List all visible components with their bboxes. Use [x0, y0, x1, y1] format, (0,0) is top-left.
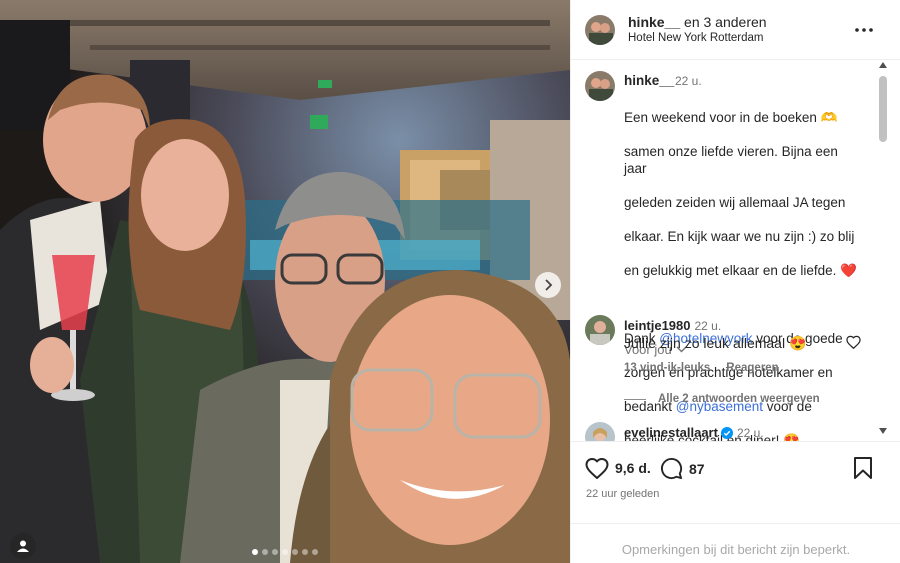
like-count[interactable]: 9,6 d. — [615, 460, 651, 476]
post-timestamp[interactable]: 22 uur geleden — [586, 488, 659, 500]
comment-text: Jullie zijn zo leuk allemaal 😍 — [624, 335, 807, 351]
avatar[interactable] — [585, 15, 615, 45]
like-comment-button[interactable] — [846, 335, 861, 354]
post-actions: 9,6 d. 87 22 uur geleden — [571, 441, 900, 523]
comment-button[interactable]: 87 — [660, 457, 705, 480]
carousel-dot — [252, 549, 258, 555]
view-replies-label: Alle 2 antwoorden weergeven — [658, 393, 820, 405]
scroll-up-icon[interactable] — [879, 62, 887, 68]
header-username[interactable]: hinke__ en 3 anderen — [628, 14, 767, 30]
view-replies-button[interactable]: Alle 2 antwoorden weergeven — [624, 393, 820, 405]
comments-scroll-area[interactable]: hinke__ 22 u. Een weekend voor in de boe… — [571, 60, 900, 441]
more-horizontal-icon — [855, 28, 873, 32]
comment-time: 22 u. — [694, 319, 722, 333]
avatar[interactable] — [585, 71, 615, 101]
carousel-dot — [262, 549, 268, 555]
verified-badge-icon — [720, 426, 733, 439]
heart-icon — [585, 457, 609, 479]
post-detail-panel: hinke__ en 3 anderen Hotel New York Rott… — [570, 0, 900, 563]
comment-likes[interactable]: 13 vind-ik-leuks — [624, 362, 710, 374]
bookmark-icon — [854, 457, 872, 479]
divider — [624, 398, 646, 400]
comment-time: 22 u. — [736, 425, 764, 440]
heart-icon — [846, 335, 861, 350]
save-button[interactable] — [853, 457, 873, 479]
more-options-button[interactable] — [852, 18, 876, 42]
caption-line: en gelukkig met elkaar en de liefde. ❤️ — [624, 263, 857, 278]
carousel-dot — [302, 549, 308, 555]
carousel-dot — [282, 549, 288, 555]
comment-username[interactable]: evelinestallaart 22 u. — [624, 425, 764, 440]
caption-time: 22 u. — [675, 74, 702, 88]
caption-line: elkaar. En kijk waar we nu zijn :) zo bl… — [624, 229, 855, 244]
restricted-text: Opmerkingen bij dit bericht zijn beperkt… — [621, 542, 851, 557]
chevron-right-icon — [545, 279, 553, 291]
post-photo[interactable] — [0, 0, 570, 563]
caption-line: geleden zeiden wij allemaal JA tegen — [624, 195, 846, 210]
tagged-users-button[interactable] — [10, 533, 36, 559]
username[interactable]: leintje1980 — [624, 318, 691, 333]
avatar[interactable] — [585, 315, 615, 345]
scrollbar[interactable] — [877, 60, 889, 440]
like-button[interactable]: 9,6 d. — [585, 457, 651, 479]
reply-button[interactable]: Reageren — [726, 362, 778, 374]
username[interactable]: evelinestallaart — [624, 425, 718, 440]
comment-icon — [661, 458, 683, 480]
carousel-dot — [312, 549, 318, 555]
comment-count: 87 — [689, 460, 705, 477]
caption-line — [624, 296, 864, 313]
coauthors[interactable]: en 3 anderen — [684, 14, 767, 30]
scrollbar-thumb[interactable] — [879, 76, 887, 142]
carousel-dot — [272, 549, 278, 555]
post-header: hinke__ en 3 anderen Hotel New York Rott… — [571, 0, 900, 60]
username[interactable]: hinke__ — [628, 14, 680, 30]
caption-username[interactable]: hinke__ — [624, 73, 674, 88]
caption-line: samen onze liefde vieren. Bijna een jaar — [624, 144, 838, 176]
comment-meta: 13 vind-ik-leuks Reageren — [624, 362, 779, 374]
scroll-down-icon[interactable] — [879, 428, 887, 434]
carousel-indicator — [252, 549, 318, 555]
photo-scene — [0, 0, 570, 563]
comments-restricted-notice: Opmerkingen bij dit bericht zijn beperkt… — [571, 523, 900, 563]
next-image-button[interactable] — [535, 272, 561, 298]
comment-username[interactable]: leintje1980 22 u. — [624, 318, 721, 333]
avatar[interactable] — [585, 422, 615, 441]
user-icon — [17, 540, 29, 552]
caption-text: Een weekend voor in de boeken 🫶 samen on… — [624, 92, 864, 441]
location[interactable]: Hotel New York Rotterdam — [628, 32, 764, 44]
caption-line: Een weekend voor in de boeken 🫶 — [624, 110, 838, 125]
carousel-dot — [292, 549, 298, 555]
